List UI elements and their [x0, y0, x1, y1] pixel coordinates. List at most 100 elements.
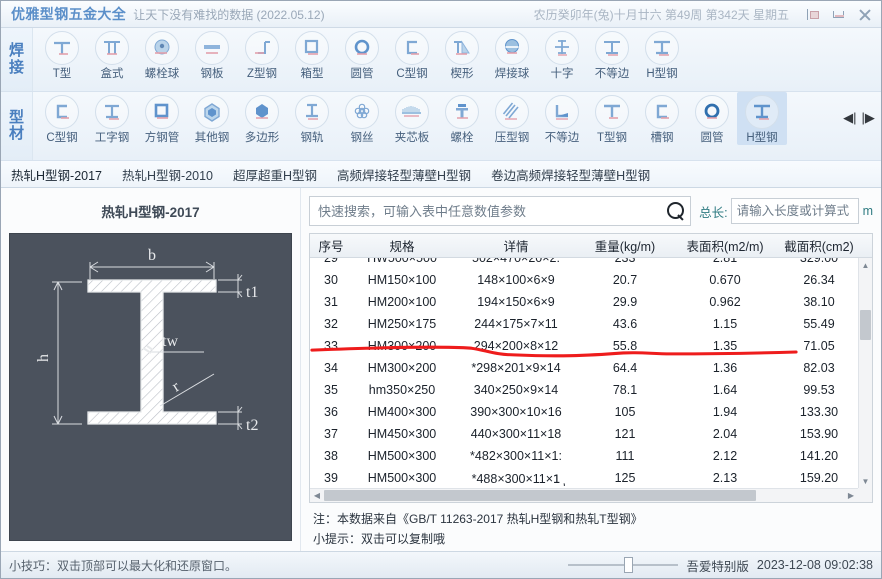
table-row[interactable]: 33 HM300×200 294×200×8×12 55.8 1.35 71.0… [310, 335, 858, 357]
c-section-icon [45, 95, 79, 129]
welding-items: T型 盒式 螺栓球 钢板 Z型钢 箱型 圆管 C型钢 楔形 焊接球 十字 不等边… [33, 28, 881, 91]
profile-item-steel-wire[interactable]: 钢丝 [337, 92, 387, 145]
horizontal-scroll-track[interactable] [324, 489, 844, 502]
welding-item-weld-ball[interactable]: 焊接球 [487, 28, 537, 81]
tab-curled-hf-welded-light-thin-h[interactable]: 卷边高频焊接轻型薄壁H型钢 [487, 163, 654, 186]
slider-thumb[interactable] [624, 557, 634, 573]
search-icon[interactable] [664, 200, 686, 222]
table-rows: 29 HW500×500 502×470×20×2: 233 2.81 329.… [310, 258, 858, 502]
profile-item-bolt[interactable]: 螺栓 [437, 92, 487, 145]
category-label-profile: 型材 [1, 92, 33, 160]
col-header-section-area[interactable]: 截面积(cm2) [780, 236, 858, 255]
search-input[interactable] [318, 203, 665, 219]
table-row[interactable]: 29 HW500×500 502×470×20×2: 233 2.81 329.… [310, 258, 858, 269]
minimize-icon [832, 10, 844, 18]
profile-item-sandwich-panel[interactable]: 夹芯板 [387, 92, 437, 145]
square-tube-icon [145, 95, 179, 129]
table-row[interactable]: 38 HM500×300 *482×300×11×1: 111 2.12 141… [310, 445, 858, 467]
table-row[interactable]: 30 HM150×100 148×100×6×9 20.7 0.670 26.3… [310, 269, 858, 291]
profile-item-channel[interactable]: 槽钢 [637, 92, 687, 145]
cell-area: 141.20 [799, 449, 839, 463]
table-row[interactable]: 35 hm350×250 340×250×9×14 78.1 1.64 99.5… [310, 379, 858, 401]
col-header-surface-area[interactable]: 表面积(m2/m) [670, 236, 780, 255]
profile-item-rail[interactable]: 钢轨 [287, 92, 337, 145]
t-section-icon [595, 95, 629, 129]
close-icon [858, 8, 871, 21]
pin-icon [806, 8, 819, 21]
tab-extra-thick-heavy-h[interactable]: 超厚超重H型钢 [229, 163, 321, 186]
welding-item-c-section[interactable]: C型钢 [387, 28, 437, 81]
table-horizontal-scrollbar[interactable]: ◀ ▶ [310, 488, 858, 502]
welding-item-bolt-ball[interactable]: 螺栓球 [137, 28, 187, 81]
table-row[interactable]: 32 HM250×175 244×175×7×11 43.6 1.15 55.4… [310, 313, 858, 335]
table-row[interactable]: 37 HM450×300 440×300×11×18 121 2.04 153.… [310, 423, 858, 445]
cell-spec: HW500×500 [367, 258, 437, 265]
cell-weight: 233 [614, 258, 636, 265]
profile-item-c-section[interactable]: C型钢 [37, 92, 87, 145]
profile-item-other-steel[interactable]: 其他钢 [187, 92, 237, 145]
table-body[interactable]: 29 HW500×500 502×470×20×2: 233 2.81 329.… [310, 258, 872, 502]
table-row[interactable]: 36 HM400×300 390×300×10×16 105 1.94 133.… [310, 401, 858, 423]
welding-item-h-section[interactable]: H型钢 [637, 28, 687, 81]
welding-item-unequal-angle[interactable]: 不等边 [587, 28, 637, 81]
scroll-up-icon[interactable]: ▲ [859, 258, 872, 272]
length-box[interactable] [730, 198, 859, 224]
welding-label-c-section: C型钢 [396, 68, 428, 80]
profiled-steel-icon [495, 95, 529, 129]
profile-label-square-tube: 方钢管 [144, 132, 180, 144]
close-button[interactable] [851, 3, 877, 25]
pin-button[interactable] [799, 3, 825, 25]
cell-area: 133.30 [799, 405, 839, 419]
tab-hf-welded-light-thin-h[interactable]: 高频焊接轻型薄壁H型钢 [333, 163, 475, 186]
profile-item-round-pipe[interactable]: 圆管 [687, 92, 737, 145]
welding-item-wedge[interactable]: 楔形 [437, 28, 487, 81]
profile-item-i-beam[interactable]: 工字钢 [87, 92, 137, 145]
welding-item-z-section[interactable]: Z型钢 [237, 28, 287, 81]
steel-plate-icon [195, 31, 229, 65]
welding-item-round-pipe[interactable]: 圆管 [337, 28, 387, 81]
nav-next-icon[interactable]: |▶ [862, 110, 875, 126]
profile-item-h-section[interactable]: H型钢 [737, 92, 787, 145]
category-label-char: 焊 [8, 42, 24, 60]
profile-label-h-section: H型钢 [746, 132, 778, 144]
tab-hot-rolled-h-2010[interactable]: 热轧H型钢-2010 [118, 163, 217, 186]
welding-item-cross[interactable]: 十字 [537, 28, 587, 81]
profile-item-unequal-angle[interactable]: 不等边 [537, 92, 587, 145]
welding-item-t-section[interactable]: T型 [37, 28, 87, 81]
horizontal-scroll-thumb[interactable] [324, 490, 756, 501]
scroll-right-icon[interactable]: ▶ [844, 491, 858, 500]
col-header-no[interactable]: 序号 [310, 236, 352, 255]
steel-wire-icon [345, 95, 379, 129]
table-row[interactable]: 31 HM200×100 194×150×6×9 29.9 0.962 38.1… [310, 291, 858, 313]
search-box[interactable] [309, 196, 692, 226]
nav-prev-icon[interactable]: ◀| [843, 110, 856, 126]
profile-label-t-section: T型钢 [596, 132, 628, 144]
profile-item-polygon[interactable]: 多边形 [237, 92, 287, 145]
welding-item-box[interactable]: 箱型 [287, 28, 337, 81]
cell-area: 38.10 [803, 295, 835, 309]
profile-item-t-section[interactable]: T型钢 [587, 92, 637, 145]
cross-section-icon [545, 31, 579, 65]
table-vertical-scrollbar[interactable]: ▲ ▼ [858, 258, 872, 488]
left-pane: 热轧H型钢-2017 b h t1 t2 tw r [1, 188, 301, 551]
cell-surface: 1.35 [712, 339, 738, 353]
profile-label-channel: 槽钢 [650, 132, 674, 144]
minimize-button[interactable] [825, 3, 851, 25]
col-header-spec[interactable]: 规格 [352, 236, 452, 255]
cell-surface: 2.13 [712, 471, 738, 485]
table-row[interactable]: 39 HM500×300 *488×300×11×1ٖ 125 2.13 159… [310, 467, 858, 489]
profile-item-square-tube[interactable]: 方钢管 [137, 92, 187, 145]
scroll-down-icon[interactable]: ▼ [859, 474, 872, 488]
col-header-detail[interactable]: 详情 [452, 236, 580, 255]
length-input[interactable] [736, 204, 853, 218]
scroll-left-icon[interactable]: ◀ [310, 491, 324, 500]
welding-item-steel-plate[interactable]: 钢板 [187, 28, 237, 81]
welding-item-box-type[interactable]: 盒式 [87, 28, 137, 81]
col-header-weight[interactable]: 重量(kg/m) [580, 236, 670, 255]
profile-label-other-steel: 其他钢 [194, 132, 230, 144]
table-row[interactable]: 34 HM300×200 *298×201×9×14 64.4 1.36 82.… [310, 357, 858, 379]
vertical-scroll-thumb[interactable] [860, 310, 871, 340]
tab-hot-rolled-h-2017[interactable]: 热轧H型钢-2017 [7, 163, 106, 186]
profile-item-profiled-steel[interactable]: 压型钢 [487, 92, 537, 145]
opacity-slider[interactable] [568, 557, 679, 573]
